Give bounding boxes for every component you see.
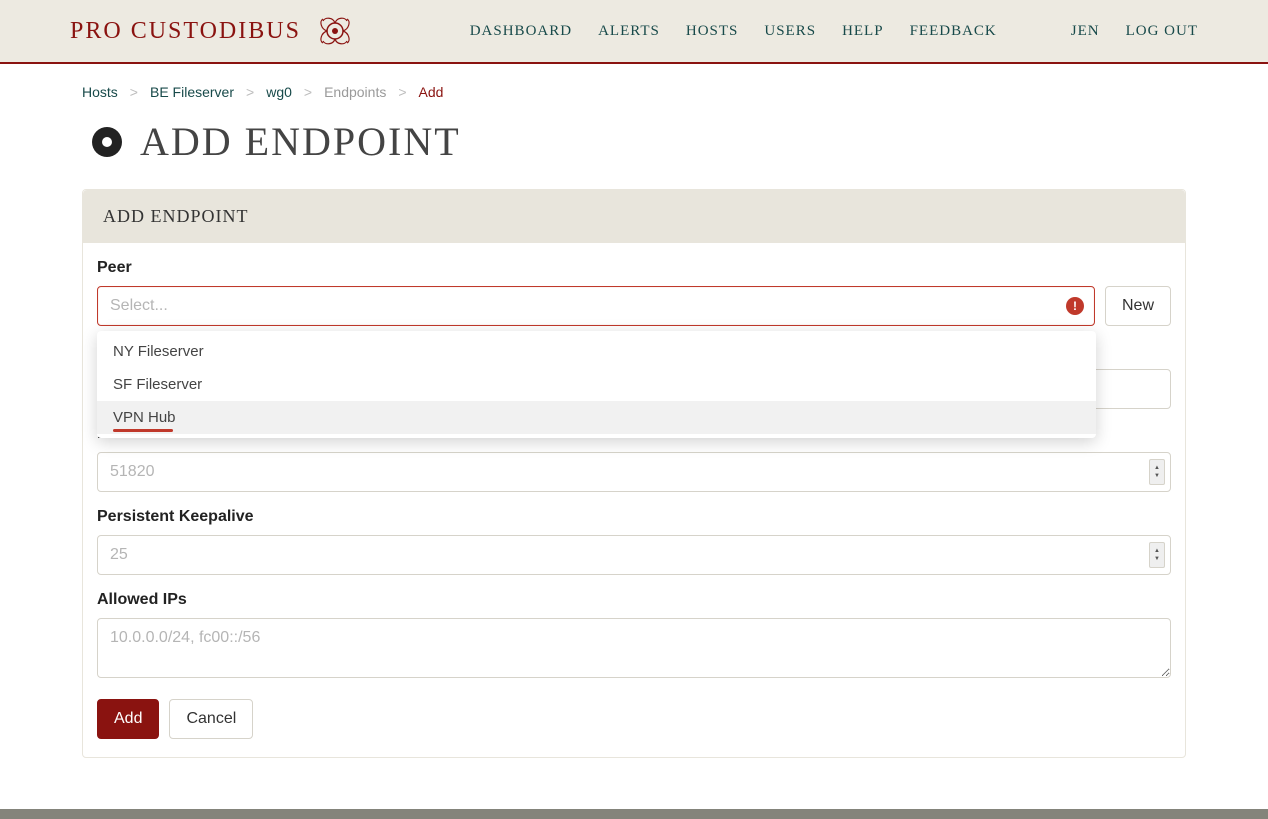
page-title: ADD ENDPOINT [140,118,461,165]
nav-logout[interactable]: LOG OUT [1126,23,1198,40]
nav-current-user[interactable]: JEN [1071,23,1100,40]
keepalive-input-wrap: ▲ ▼ [97,535,1171,575]
allowed-ips-input[interactable] [97,618,1171,678]
chevron-up-icon: ▲ [1154,464,1160,472]
card-body: Peer Select... ! New NY Fileserver SF Fi… [83,243,1185,757]
page-container: Hosts > BE Fileserver > wg0 > Endpoints … [0,64,1268,758]
cancel-button[interactable]: Cancel [169,699,253,739]
keepalive-input[interactable] [97,535,1171,575]
keepalive-label: Persistent Keepalive [97,508,1171,526]
brand-text: PRO CUSTODIBUS [70,18,301,45]
record-icon [92,127,122,157]
breadcrumb-sep-icon: > [246,84,254,100]
new-peer-button[interactable]: New [1105,286,1171,326]
nav-alerts[interactable]: ALERTS [598,23,660,40]
field-peer: Peer Select... ! New NY Fileserver SF Fi… [97,259,1171,326]
peer-option[interactable]: NY Fileserver [97,335,1096,368]
field-keepalive: Persistent Keepalive ▲ ▼ [97,508,1171,575]
breadcrumb: Hosts > BE Fileserver > wg0 > Endpoints … [82,78,1186,108]
peer-label: Peer [97,259,1171,277]
peer-select[interactable]: Select... ! [97,286,1095,326]
add-button[interactable]: Add [97,699,159,739]
nav-users[interactable]: USERS [764,23,816,40]
page-title-row: ADD ENDPOINT [82,108,1186,189]
keepalive-stepper[interactable]: ▲ ▼ [1149,542,1165,568]
port-input[interactable] [97,452,1171,492]
peer-option-highlighted[interactable]: VPN Hub [97,401,1096,434]
breadcrumb-host[interactable]: BE Fileserver [150,84,234,100]
chevron-down-icon: ▼ [1154,555,1160,563]
breadcrumb-hosts[interactable]: Hosts [82,84,118,100]
breadcrumb-interface[interactable]: wg0 [266,84,292,100]
nav-help[interactable]: HELP [842,23,884,40]
breadcrumb-sep-icon: > [304,84,312,100]
top-bar: PRO CUSTODIBUS DASHBOARD ALERTS HOSTS US… [0,0,1268,64]
chevron-up-icon: ▲ [1154,547,1160,555]
allowed-ips-label: Allowed IPs [97,591,1171,609]
breadcrumb-current: Add [419,84,444,100]
nav-feedback[interactable]: FEEDBACK [910,23,997,40]
breadcrumb-endpoints: Endpoints [324,84,386,100]
nav-hosts[interactable]: HOSTS [686,23,739,40]
nav-dashboard[interactable]: DASHBOARD [470,23,572,40]
brand[interactable]: PRO CUSTODIBUS [70,11,355,51]
port-input-wrap: ▲ ▼ [97,452,1171,492]
card-header: ADD ENDPOINT [83,190,1185,243]
breadcrumb-sep-icon: > [130,84,138,100]
breadcrumb-sep-icon: > [398,84,406,100]
chevron-down-icon: ▼ [1154,472,1160,480]
peer-dropdown: NY Fileserver SF Fileserver VPN Hub [97,331,1096,438]
field-allowed-ips: Allowed IPs [97,591,1171,683]
brand-logo-icon [315,11,355,51]
error-icon: ! [1066,297,1084,315]
add-endpoint-card: ADD ENDPOINT Peer Select... ! New NY Fil… [82,189,1186,758]
main-nav: DASHBOARD ALERTS HOSTS USERS HELP FEEDBA… [470,23,1198,40]
peer-row: Select... ! New [97,286,1171,326]
footer-strip [0,809,1268,819]
form-actions: Add Cancel [97,699,1171,739]
peer-option[interactable]: SF Fileserver [97,368,1096,401]
peer-placeholder: Select... [110,297,168,315]
port-stepper[interactable]: ▲ ▼ [1149,459,1165,485]
